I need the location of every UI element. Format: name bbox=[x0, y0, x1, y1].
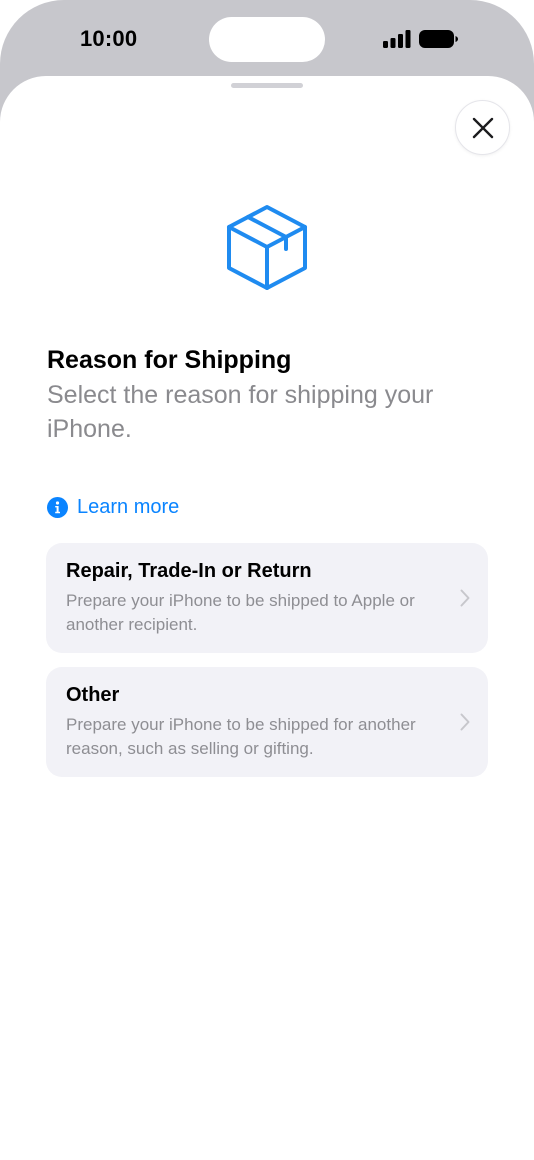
option-title: Other bbox=[66, 684, 120, 706]
option-description: Prepare your iPhone to be shipped for an… bbox=[66, 715, 416, 758]
status-time: 10:00 bbox=[80, 26, 138, 51]
shipping-box-icon bbox=[227, 205, 307, 290]
learn-more-link[interactable]: Learn more bbox=[47, 496, 179, 519]
sheet-grabber[interactable] bbox=[231, 83, 303, 88]
option-description: Prepare your iPhone to be shipped to App… bbox=[66, 591, 415, 634]
option-repair-trade-in-return[interactable]: Repair, Trade-In or Return Prepare your … bbox=[46, 543, 488, 653]
page-title: Reason for Shipping bbox=[47, 346, 292, 374]
close-button[interactable] bbox=[455, 100, 510, 155]
status-icons bbox=[383, 29, 459, 49]
battery-icon bbox=[419, 30, 458, 48]
phone-screen: 10:00 Reason for Shipping Select the rea… bbox=[0, 0, 534, 1160]
info-icon bbox=[47, 497, 68, 518]
learn-more-label: Learn more bbox=[77, 496, 180, 518]
signal-icon bbox=[383, 30, 411, 48]
page-subtitle: Select the reason for shipping your iPho… bbox=[47, 381, 434, 443]
chevron-right-icon bbox=[460, 589, 470, 607]
dynamic-island bbox=[209, 17, 325, 62]
close-icon bbox=[472, 117, 493, 138]
chevron-right-icon bbox=[460, 713, 470, 731]
option-title: Repair, Trade-In or Return bbox=[66, 560, 312, 582]
option-other[interactable]: Other Prepare your iPhone to be shipped … bbox=[46, 667, 488, 777]
status-bar: 10:00 bbox=[0, 0, 534, 80]
shipping-reason-sheet: Reason for Shipping Select the reason fo… bbox=[0, 76, 534, 1160]
